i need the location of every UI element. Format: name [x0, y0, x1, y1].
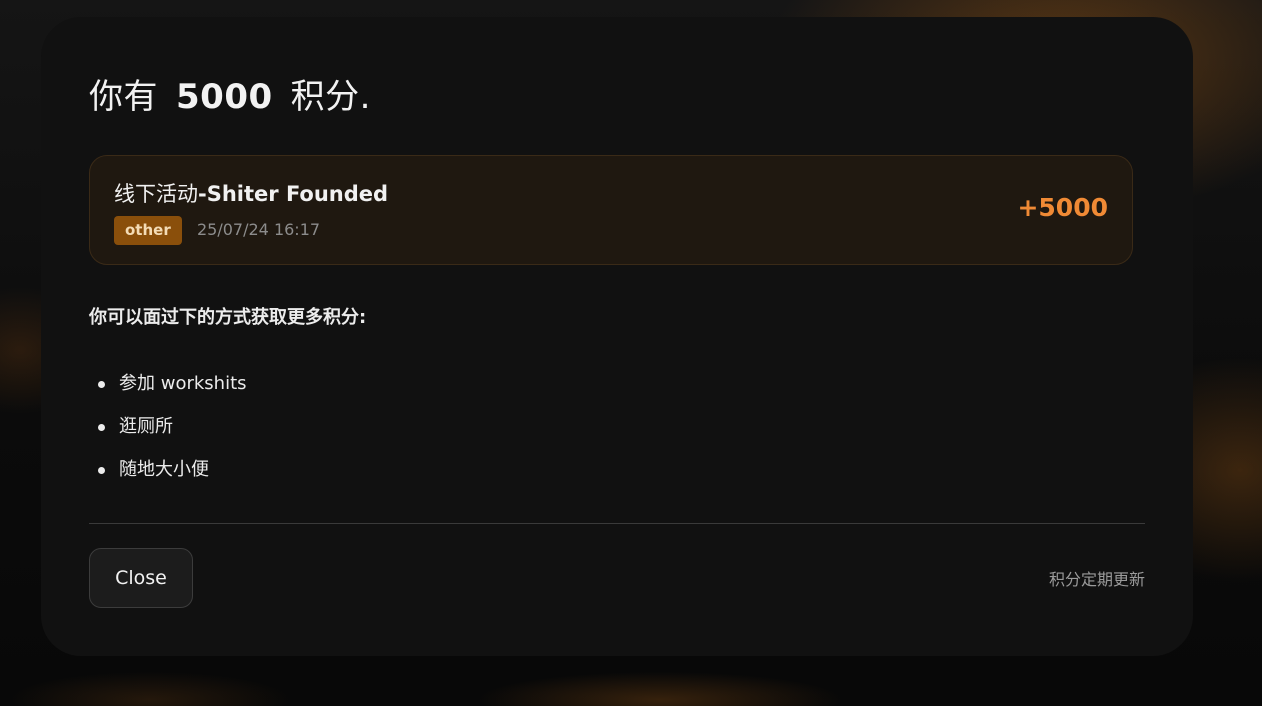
points-modal: 你有 5000 积分. 线下活动-Shiter Founded other 25/0… — [41, 17, 1193, 656]
list-item: 逛厕所 — [89, 412, 247, 455]
list-item-label: 随地大小便 — [119, 459, 209, 480]
record-title: 线下活动-Shiter Founded — [114, 178, 388, 208]
bullet-icon — [98, 467, 105, 474]
record-timestamp: 25/07/24 16:17 — [197, 220, 321, 239]
close-button[interactable]: Close — [89, 548, 193, 608]
bullet-icon — [98, 381, 105, 388]
record-title-separator: - — [198, 182, 207, 206]
bullet-icon — [98, 424, 105, 431]
title-suffix: 积分. — [290, 77, 371, 117]
record-tag-badge: other — [114, 216, 182, 245]
record-points: +5000 — [1017, 193, 1108, 222]
earn-methods-list: 参加 workshits 逛厕所 随地大小便 — [89, 369, 247, 498]
list-item-label: 逛厕所 — [119, 416, 173, 437]
list-item-label: 参加 workshits — [119, 373, 247, 394]
footer-divider — [89, 523, 1145, 524]
update-note: 积分定期更新 — [1048, 570, 1145, 589]
earn-more-hint: 你可以面过下的方式获取更多积分: — [89, 307, 367, 328]
modal-title: 你有 5000 积分. — [89, 69, 371, 118]
list-item: 参加 workshits — [89, 369, 247, 412]
points-record-card: 线下活动-Shiter Founded other 25/07/24 16:17… — [89, 155, 1133, 265]
title-prefix: 你有 — [89, 77, 158, 117]
list-item: 随地大小便 — [89, 455, 247, 498]
record-title-prefix: 线下活动 — [114, 182, 198, 206]
points-total: 5000 — [176, 77, 273, 117]
record-title-name: Shiter Founded — [206, 182, 389, 206]
